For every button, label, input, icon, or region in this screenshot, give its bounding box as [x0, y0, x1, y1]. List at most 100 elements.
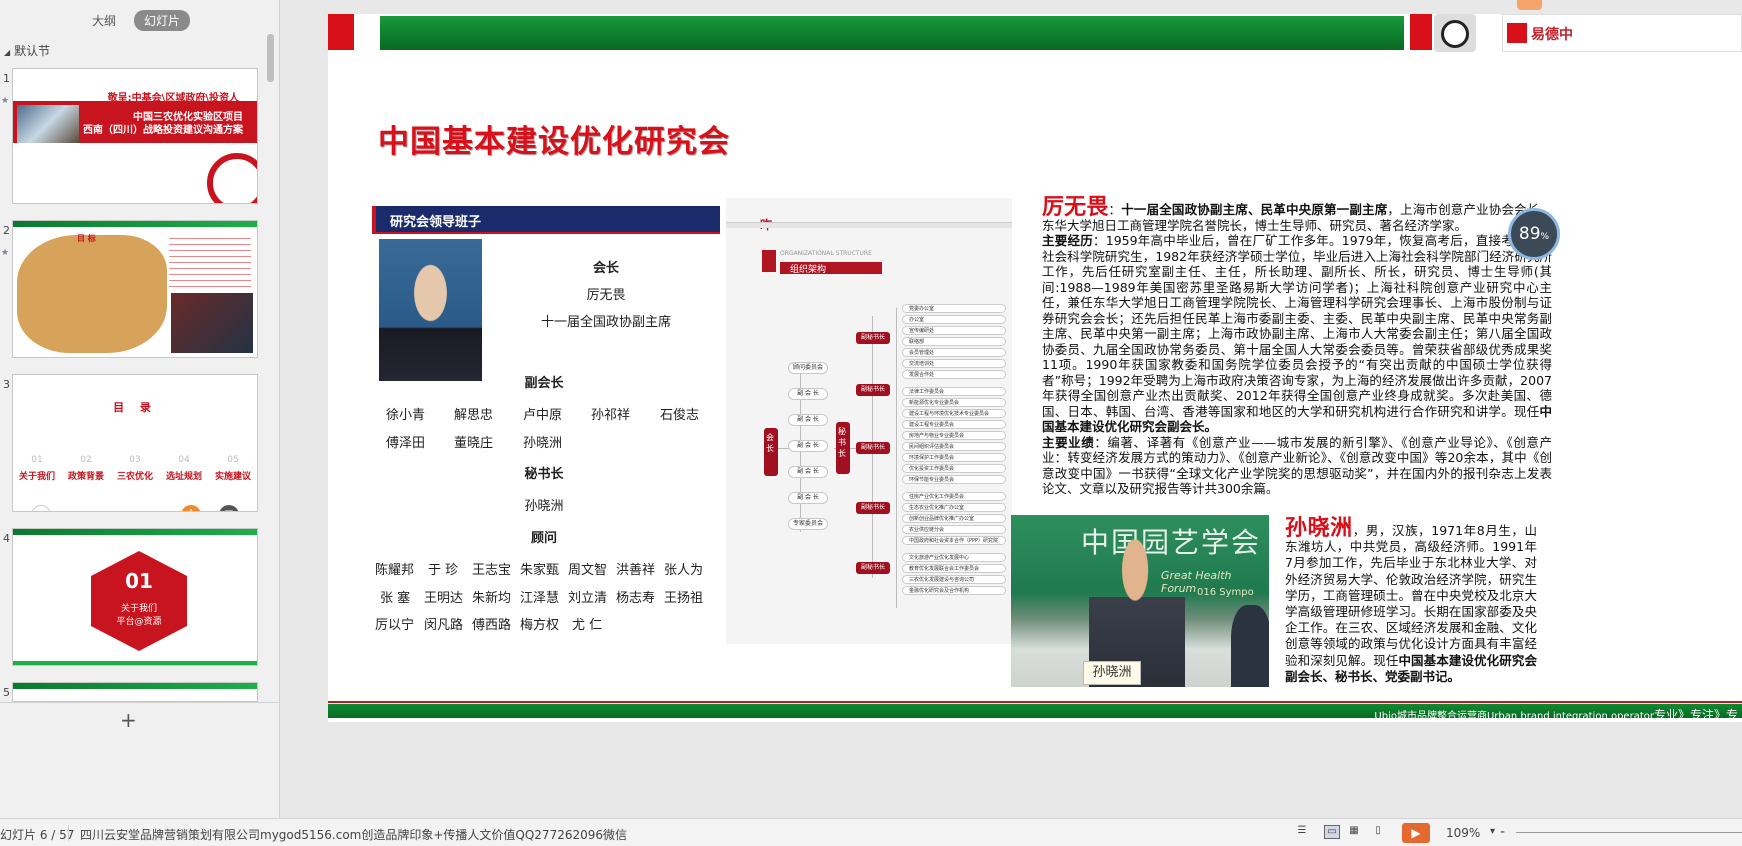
org-right-node: 宣传编研处	[902, 326, 1006, 335]
org-root-node: 会长	[764, 428, 778, 476]
president-role: 十一届全国政协副主席	[540, 315, 672, 330]
slide-3-preview[interactable]: 目 录 01关于我们 02政策背景 03三农优化 04选址规划 05实施建议 ▶…	[12, 374, 258, 512]
zoom-out-button[interactable]: -	[1500, 824, 1505, 840]
photo-person-2	[1231, 605, 1269, 687]
section-header[interactable]: ◢ 默认节	[4, 42, 50, 59]
vice-name: 解思忠	[454, 408, 494, 423]
secretary-photo[interactable]: 中国园艺学会 Great Health Forum 016 Sympo 孙晓洲	[1011, 515, 1269, 687]
header-red-block-right	[1410, 14, 1432, 50]
share-icon	[762, 250, 776, 272]
org-node: 副 会 长	[788, 440, 828, 452]
vice-name: 孙祁祥	[591, 408, 631, 423]
org-right-node: 农业供应链分会	[902, 525, 1006, 534]
leadership-header-text: 研究会领导班子	[390, 215, 482, 230]
add-slide-button[interactable]: +	[120, 708, 137, 732]
slide-sorter-icon[interactable]: ▦	[1346, 825, 1362, 839]
tab-outline[interactable]: 大纲	[82, 10, 126, 31]
org-chart-image[interactable]: 昨 ORGANIZATIONAL STRUCTURE 组织架构 会长 秘书长 顾…	[726, 198, 1012, 644]
bio-name: 孙晓洲	[1285, 515, 1353, 541]
advisor-name: 王明达	[424, 591, 464, 606]
advisor-name: 江泽慧	[520, 591, 560, 606]
header-green-bar	[380, 16, 1404, 50]
org-right-node: 发展合作处	[902, 370, 1006, 379]
org-right-node: 环境保护工作委员会	[902, 453, 1006, 462]
vice-name: 石俊志	[660, 408, 700, 423]
tab-slides[interactable]: 幻灯片	[134, 10, 191, 31]
president-title: 会长	[592, 261, 620, 276]
toc-item: 03 三农优化	[116, 455, 153, 482]
org-right-node: 法律工作委员会	[902, 387, 1006, 396]
org-right-node: 交流培训处	[902, 359, 1006, 368]
performance-gauge[interactable]: 89%	[1508, 208, 1560, 260]
toc-item: 02 政策背景	[67, 455, 104, 482]
brand-logo-text: 易德中	[1531, 27, 1573, 43]
vice-president-title: 副会长	[524, 376, 564, 391]
org-node: 副 会 长	[788, 492, 828, 504]
vice-name: 卢中原	[523, 408, 563, 423]
org-node: 副 会 长	[788, 414, 828, 426]
brand-logo: 易德中	[1502, 14, 1742, 52]
photo-banner-sub2: 016 Sympo	[1197, 587, 1254, 598]
slide-number: 3	[3, 378, 10, 391]
advisor-name: 于 珍	[428, 563, 459, 578]
vice-name: 徐小青	[386, 408, 426, 423]
org-right-node: 会员管理处	[902, 348, 1006, 357]
advisor-name: 朱新均	[472, 591, 512, 606]
org-right-node: 住房产业优化工作委员会	[902, 492, 1006, 501]
toc-item: 04 选址规划	[165, 455, 202, 482]
org-right-node: 生态农业优化推广办公室	[902, 503, 1006, 512]
advisor-name: 朱家甄	[520, 563, 560, 578]
advisor-name: 王志宝	[472, 563, 512, 578]
org-right-node: 三农优化发展建设与咨询公司	[902, 575, 1006, 584]
thumb-4-hexagon	[91, 551, 187, 651]
thumb-2-label: 目 标	[77, 234, 96, 243]
footer-red-line	[328, 701, 1742, 703]
president-photo[interactable]	[379, 239, 482, 381]
animation-star-icon: ★	[1, 248, 10, 258]
vice-name: 傅泽田	[386, 436, 426, 451]
slide-number: 5	[3, 686, 10, 699]
collapse-triangle-icon[interactable]: ◢	[4, 48, 10, 57]
org-right-node: 中国政府和社会资本合作（PPP）研究院	[902, 536, 1006, 545]
slide-2-preview[interactable]: 目 标	[12, 220, 258, 358]
advisor-name: 王扬祖	[664, 591, 704, 606]
footer-text: Ubio城市品牌整合运营商Urban brand integration ope…	[1374, 708, 1738, 722]
photo-nameplate: 孙晓洲	[1083, 661, 1141, 685]
bio-sun-xiaozhou[interactable]: 孙晓洲，男，汉族，1971年8月生，山东潍坊人，中共党员，高级经济师。1991年…	[1285, 517, 1537, 685]
slide-5-preview[interactable]	[12, 682, 258, 702]
org-right-node: 建设工程与环境优化技术专业委员会	[902, 409, 1006, 418]
normal-view-icon[interactable]: ▭	[1324, 825, 1340, 839]
slide-1-preview[interactable]: 敬呈:中基会\区域政府\投资人 中国三农优化实验区项目 西南（四川）战略投资建议沟…	[12, 68, 258, 204]
zoom-dropdown-icon[interactable]: ▾	[1490, 826, 1495, 837]
corner-button[interactable]	[1517, 0, 1542, 10]
thumb-4-subtitle: 关于我们 平台@资源	[116, 604, 162, 627]
advisor-name: 张 塞	[380, 591, 411, 606]
animation-star-icon: ★	[1, 96, 10, 106]
thumb-4-bottombar	[13, 661, 257, 665]
thumb-2-map	[17, 235, 167, 353]
slide-number: 2	[3, 224, 10, 237]
play-icon[interactable]: ▶	[31, 505, 51, 511]
leadership-header: 研究会领导班子	[372, 206, 720, 232]
zoom-level[interactable]: 109%	[1446, 826, 1480, 840]
slide-canvas[interactable]: 易德中 中国基本建设优化研究会 研究会领导班子 会长 厉无畏 十一届全国政协副主…	[328, 14, 1742, 722]
advisor-name: 刘立清	[568, 591, 608, 606]
org-node: 副 会 长	[788, 466, 828, 478]
slide-4-preview[interactable]: 01 关于我们 平台@资源	[12, 528, 258, 666]
status-notes[interactable]: 四川云安堂品牌营销策划有限公司mygod5156.com创造品牌印象+传播人文价…	[80, 826, 627, 843]
thumb-4-greenbar	[13, 529, 257, 535]
reading-view-icon[interactable]: ▯	[1370, 825, 1386, 839]
slide-title[interactable]: 中国基本建设优化研究会	[378, 116, 730, 161]
org-chart-title-bar: 组织架构	[780, 262, 882, 275]
layout-icon[interactable]: ▦	[219, 505, 239, 511]
add-icon[interactable]: +	[181, 505, 201, 511]
thumbnail-scrollbar[interactable]	[267, 34, 274, 82]
notes-icon[interactable]: ☰	[1294, 825, 1310, 839]
header-red-block	[328, 14, 354, 50]
brand-logo-mark-icon	[1507, 23, 1527, 43]
slides-thumbnail-pane: 大纲 幻灯片 ◢ 默认节 1 ★ 敬呈:中基会\区域政府\投资人 中国三农优化实验…	[0, 0, 280, 818]
zoom-slider[interactable]	[1516, 832, 1742, 833]
bio-name: 厉无畏	[1042, 194, 1109, 220]
slideshow-play-button[interactable]: ▶	[1402, 823, 1430, 843]
bio-li-wuwei[interactable]: 厉无畏：十一届全国政协副主席、民革中央原第一副主席，上海市创意产业协会会长、东华…	[1042, 196, 1552, 497]
